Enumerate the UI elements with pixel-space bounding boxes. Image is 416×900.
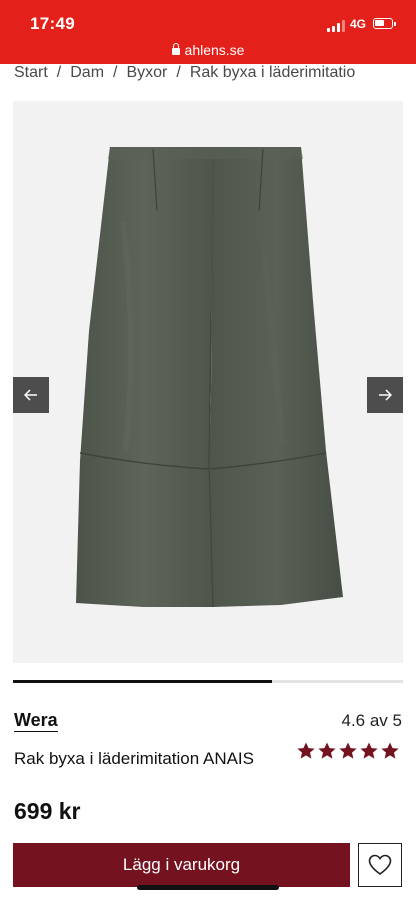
arrow-left-icon (24, 389, 37, 401)
star-icon (360, 742, 378, 759)
battery-icon (373, 18, 396, 29)
gallery-progress (13, 680, 403, 683)
gallery-progress-fill (13, 680, 273, 683)
product-title: Rak byxa i läderimitation ANAIS (14, 749, 254, 768)
breadcrumb-separator: / (113, 64, 118, 81)
star-icon (339, 742, 357, 759)
network-type: 4G (350, 17, 367, 31)
add-to-cart-button[interactable]: Lägg i varukorg (13, 843, 350, 887)
url-text: ahlens.se (184, 42, 245, 58)
url-bar[interactable]: ahlens.se (0, 42, 416, 58)
clock: 17:49 (30, 14, 75, 33)
breadcrumb-item-byxor[interactable]: Byxor (126, 64, 167, 81)
arrow-right-icon (379, 389, 392, 401)
signal-icon (327, 20, 345, 32)
rating-stars[interactable] (296, 741, 400, 761)
heart-icon (368, 854, 392, 875)
lock-icon (171, 43, 180, 55)
star-icon (381, 742, 399, 759)
breadcrumb-separator: / (56, 64, 62, 81)
wishlist-button[interactable] (358, 843, 402, 887)
price: 699 kr (14, 798, 81, 824)
rating-text: 4.6 av 5 (341, 711, 403, 730)
breadcrumb-item-dam[interactable]: Dam (70, 64, 104, 81)
product-image[interactable] (13, 101, 403, 663)
breadcrumb: Start / Dam / Byxor / Rak byxa i läderimitatio (14, 64, 355, 84)
home-indicator (137, 885, 279, 890)
brand-link[interactable]: Wera (14, 710, 58, 732)
breadcrumb-item-start[interactable]: Start (14, 64, 48, 81)
status-bar: 17:49 4G ahlens.se (0, 0, 416, 64)
trousers-image (76, 147, 343, 608)
breadcrumb-item-current: Rak byxa i läderimitatio (189, 64, 356, 81)
breadcrumb-separator: / (176, 64, 181, 81)
next-image-button[interactable] (367, 377, 403, 413)
previous-image-button[interactable] (13, 377, 49, 413)
star-icon (297, 742, 315, 759)
star-icon (318, 742, 336, 759)
